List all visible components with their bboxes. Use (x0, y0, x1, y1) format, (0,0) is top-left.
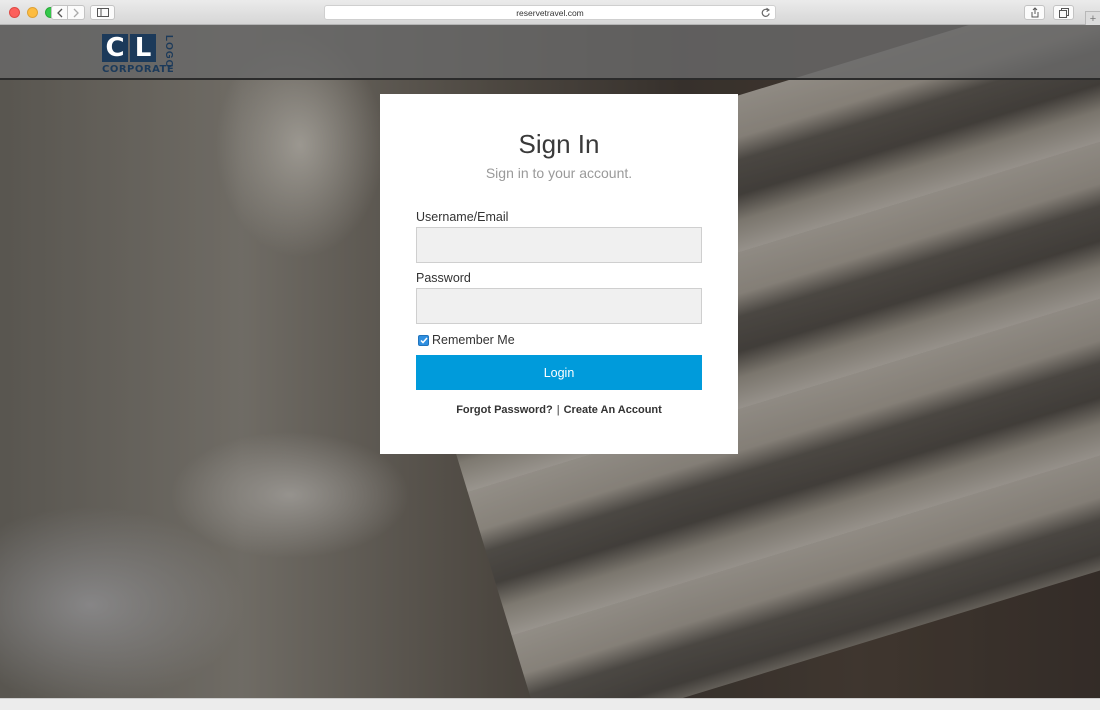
checkmark-icon (419, 337, 428, 344)
chevron-left-icon (56, 8, 62, 17)
account-links: Forgot Password? | Create An Account (380, 404, 738, 416)
company-logo[interactable]: C L LOGO CORPORATE (102, 34, 177, 76)
plus-icon: + (1089, 12, 1097, 25)
logo-vertical-text: LOGO (163, 35, 174, 69)
close-window-button[interactable] (9, 7, 20, 18)
logo-letter-c: C (102, 34, 128, 62)
window-bottom-edge (0, 698, 1100, 710)
address-bar[interactable]: reservetravel.com (324, 5, 776, 20)
page-title: Sign In (518, 129, 600, 159)
forward-button[interactable] (68, 5, 85, 20)
password-input[interactable] (416, 288, 702, 324)
username-input[interactable] (416, 227, 702, 263)
logo-letter-l: L (130, 34, 156, 62)
share-icon (1031, 7, 1038, 18)
site-header: C L LOGO CORPORATE (0, 25, 1100, 80)
chevron-right-icon (73, 8, 79, 17)
show-tabs-button[interactable] (1053, 5, 1074, 20)
reload-icon (761, 7, 770, 17)
page-subtitle: Sign in to your account. (485, 165, 633, 181)
login-button[interactable]: Login (416, 355, 702, 390)
sidebar-icon (96, 8, 109, 17)
username-label: Username/Email (416, 210, 509, 224)
new-tab-button[interactable]: + (1085, 11, 1100, 25)
sidebar-toggle-button[interactable] (90, 5, 115, 20)
share-button[interactable] (1024, 5, 1045, 20)
password-label: Password (416, 271, 471, 285)
window-controls (9, 7, 56, 18)
remember-me-label: Remember Me (432, 333, 515, 347)
url-text: reservetravel.com (516, 7, 584, 18)
logo-company-text: CORPORATE (102, 64, 175, 75)
minimize-window-button[interactable] (27, 7, 38, 18)
links-separator: | (556, 404, 560, 416)
browser-toolbar: reservetravel.com + (0, 0, 1100, 25)
remember-me-option[interactable]: Remember Me (418, 333, 515, 347)
remember-me-checkbox[interactable] (418, 334, 429, 346)
create-account-link[interactable]: Create An Account (564, 404, 662, 416)
navigation-buttons (51, 5, 85, 20)
page-viewport: C L LOGO CORPORATE Sign In Sign in to yo… (0, 25, 1100, 698)
tabs-icon (1058, 7, 1069, 18)
forgot-password-link[interactable]: Forgot Password? (456, 404, 553, 416)
signin-card: Sign In Sign in to your account. Usernam… (380, 94, 738, 454)
logo-mark: C L (102, 34, 158, 62)
reload-button[interactable] (761, 7, 771, 20)
back-button[interactable] (51, 5, 68, 20)
